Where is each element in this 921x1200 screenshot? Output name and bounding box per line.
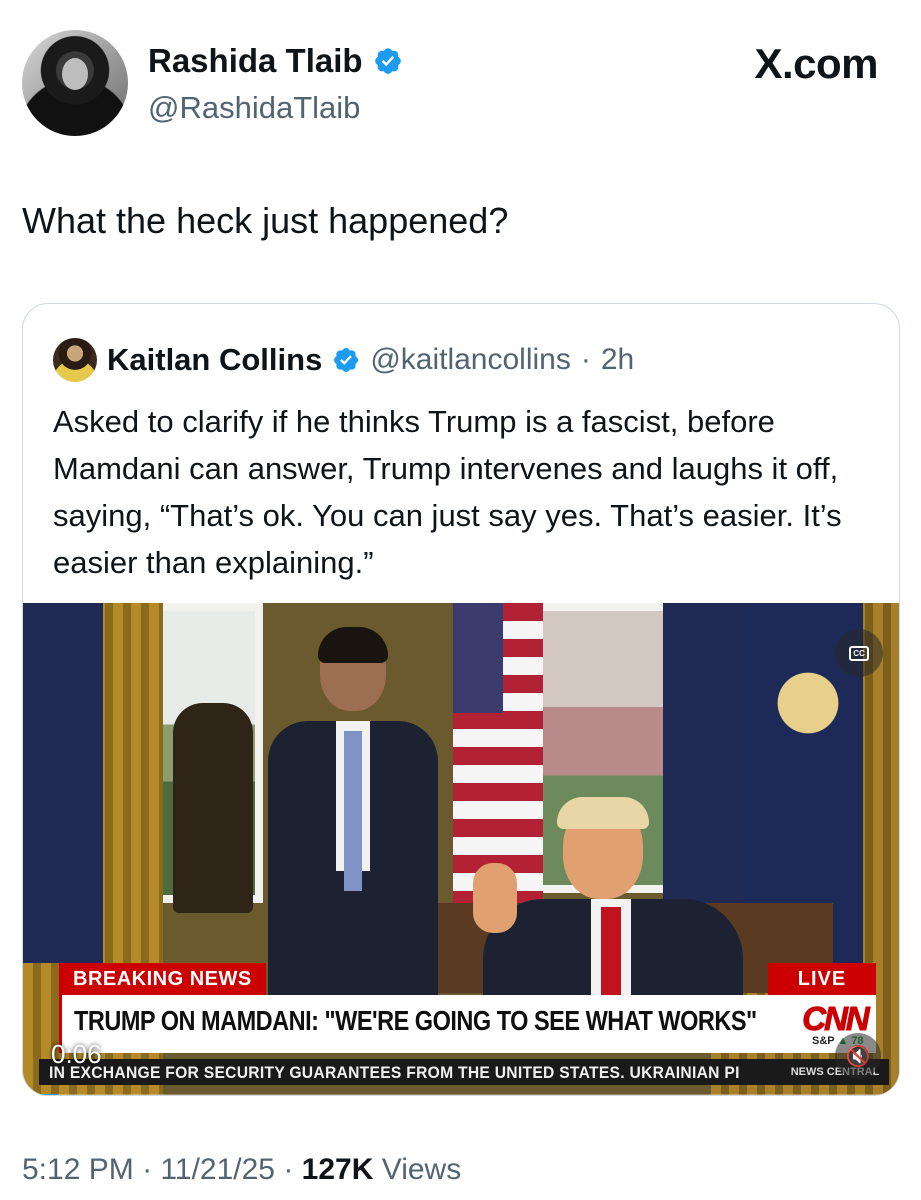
tweet-header: Rashida Tlaib @RashidaTlaib X.com bbox=[22, 30, 902, 140]
quoted-time-ago[interactable]: 2h bbox=[601, 343, 634, 377]
stock-label: S&P bbox=[812, 1035, 835, 1047]
verified-badge-icon bbox=[374, 48, 401, 74]
statue bbox=[173, 703, 253, 913]
breaking-news-label: BREAKING NEWS bbox=[59, 963, 266, 995]
quoted-author-avatar[interactable] bbox=[53, 338, 97, 382]
verified-badge-icon bbox=[334, 348, 359, 372]
seated-man bbox=[473, 797, 743, 1019]
meta-separator: · bbox=[142, 1153, 153, 1186]
standing-man bbox=[268, 627, 438, 1001]
network-logo: CNN bbox=[802, 1000, 871, 1037]
video-player[interactable]: CC BREAKING NEWS LIVE TRUMP ON MAMDANI: … bbox=[23, 603, 899, 1095]
quoted-tweet-text: Asked to clarify if he thinks Trump is a… bbox=[53, 404, 842, 580]
quoted-author-handle[interactable]: @kaitlancollins bbox=[370, 343, 571, 377]
chyron: TRUMP ON MAMDANI: "WE'RE GOING TO SEE WH… bbox=[59, 995, 876, 1053]
site-label: X.com bbox=[754, 40, 878, 87]
closed-captions-button[interactable]: CC bbox=[835, 629, 883, 677]
author-handle[interactable]: @RashidaTlaib bbox=[148, 90, 360, 126]
muted-speaker-icon: 🔇 bbox=[845, 1045, 871, 1068]
author-avatar[interactable] bbox=[22, 30, 128, 136]
tweet-meta: 5:12 PM · 11/21/25 · 127K Views bbox=[22, 1153, 461, 1187]
live-label: LIVE bbox=[768, 963, 876, 995]
chyron-headline: TRUMP ON MAMDANI: "WE'RE GOING TO SEE WH… bbox=[74, 1005, 757, 1036]
video-progress-fill bbox=[23, 1094, 59, 1095]
video-progress-bar[interactable] bbox=[23, 1094, 899, 1095]
author-name[interactable]: Rashida Tlaib bbox=[148, 42, 363, 80]
views-label: Views bbox=[381, 1153, 462, 1186]
closed-captions-icon: CC bbox=[849, 645, 869, 661]
quoted-author-name[interactable]: Kaitlan Collins bbox=[107, 342, 322, 378]
mute-button[interactable]: 🔇 bbox=[835, 1033, 881, 1079]
video-elapsed-time: 0:06 bbox=[51, 1039, 102, 1069]
ticker-text: IN EXCHANGE FOR SECURITY GUARANTEES FROM… bbox=[49, 1063, 740, 1082]
presidential-flag bbox=[23, 603, 103, 963]
tweet-time[interactable]: 5:12 PM bbox=[22, 1153, 134, 1186]
tweet-text: What the heck just happened? bbox=[22, 200, 509, 241]
meta-separator: · bbox=[283, 1153, 294, 1186]
news-ticker: IN EXCHANGE FOR SECURITY GUARANTEES FROM… bbox=[39, 1059, 889, 1085]
quoted-tweet-header: Kaitlan Collins @kaitlancollins · 2h bbox=[53, 338, 634, 382]
quoted-tweet[interactable]: Kaitlan Collins @kaitlancollins · 2h Ask… bbox=[22, 303, 900, 1096]
tweet-date[interactable]: 11/21/25 bbox=[160, 1153, 275, 1186]
meta-separator: · bbox=[580, 343, 591, 376]
views-count: 127K bbox=[301, 1153, 374, 1186]
author-name-row: Rashida Tlaib bbox=[148, 42, 403, 80]
